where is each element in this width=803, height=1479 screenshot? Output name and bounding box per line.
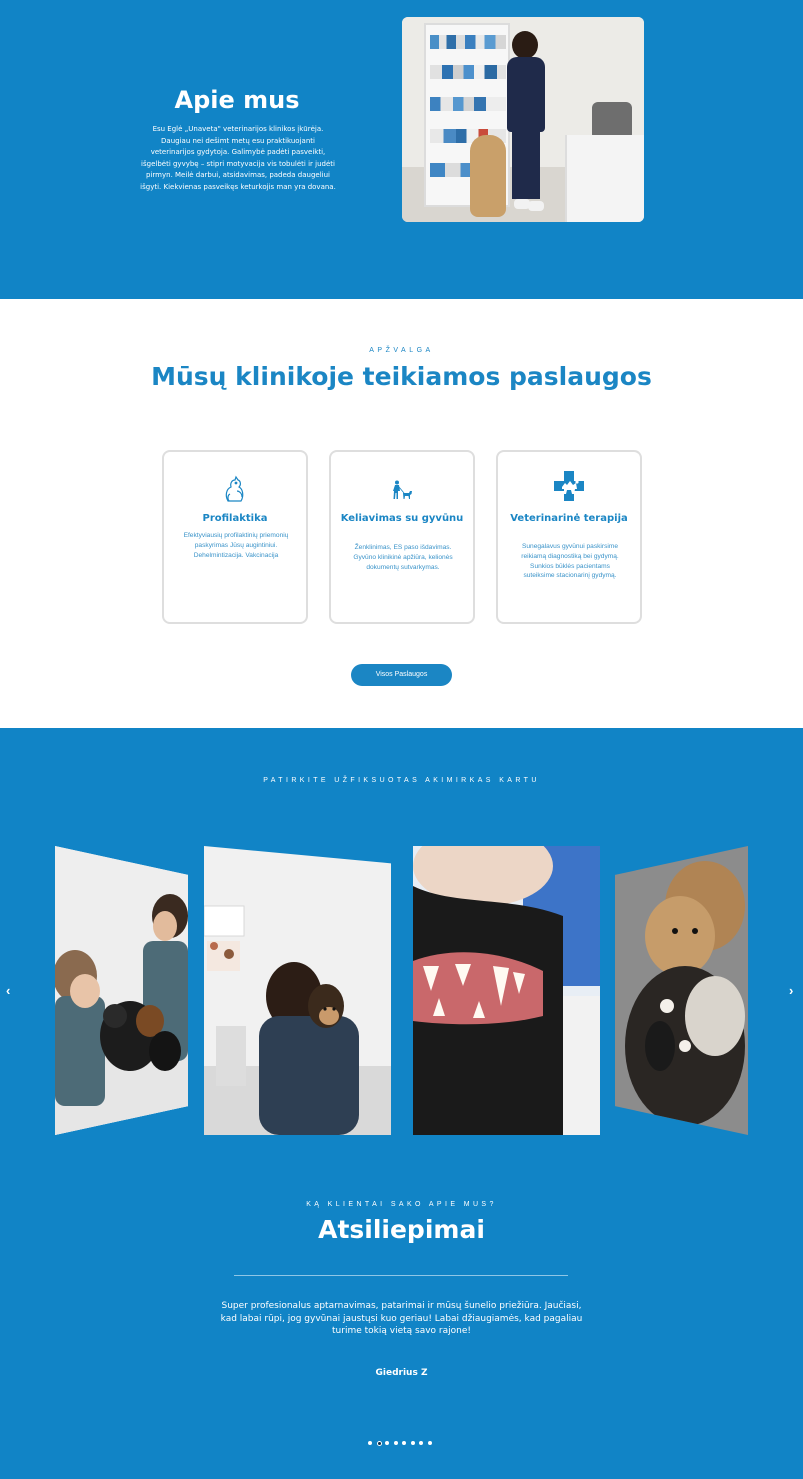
service-card-title: Veterinarinė terapija (510, 513, 628, 524)
testimonials-kicker: KĄ KLIENTAI SAKO APIE MUS? (306, 1201, 497, 1208)
service-card-text: Ženklinimas, ES paso išdavimas. Gyvūno k… (353, 544, 453, 571)
service-card-profilaktika[interactable]: Profilaktika Efektyviausių profilaktinių… (162, 450, 308, 624)
chevron-right-icon[interactable]: › (789, 983, 793, 998)
gallery-slide[interactable] (615, 846, 748, 1135)
pagination-dot[interactable] (376, 1440, 382, 1446)
pagination-dot[interactable] (368, 1441, 372, 1445)
pagination-dot[interactable] (393, 1441, 398, 1445)
service-card-title: Profilaktika (202, 513, 268, 524)
testimonial-pagination (368, 1440, 438, 1447)
gallery-slide[interactable] (204, 846, 391, 1135)
dog-figure (470, 135, 506, 217)
about-title: Apie mus (174, 86, 300, 114)
all-services-button[interactable]: Visos Paslaugos (351, 664, 452, 686)
pagination-dot[interactable] (402, 1441, 406, 1445)
about-description: Esu Eglė „Unaveta" veterinarijos kliniko… (140, 125, 336, 191)
testimonial-quote: Super profesionalus aptarnavimas, patari… (220, 1301, 583, 1336)
service-card-keliavimas[interactable]: Keliavimas su gyvūnu Ženklinimas, ES pas… (329, 450, 475, 624)
gallery-slide[interactable] (413, 846, 600, 1135)
pagination-dot[interactable] (385, 1441, 389, 1445)
pagination-dot[interactable] (419, 1441, 423, 1445)
service-card-text: Sunegalavus gyvūnui paskirsime reikiamą … (521, 543, 619, 580)
pagination-dot[interactable] (427, 1441, 432, 1445)
testimonial-author: Giedrius Z (375, 1368, 428, 1378)
services-kicker: APŽVALGA (369, 347, 434, 354)
chevron-left-icon[interactable]: ‹ (6, 983, 10, 998)
divider (234, 1275, 568, 1276)
testimonials-title: Atsiliepimai (318, 1215, 485, 1244)
service-card-text: Efektyviausių profilaktinių priemonių pa… (183, 532, 289, 559)
about-section: Apie mus Esu Eglė „Unaveta" veterinarijo… (0, 0, 803, 299)
gallery-kicker: PATIRKITE UŽFIKSUOTAS AKIMIRKAS KARTU (263, 777, 540, 784)
service-card-terapija[interactable]: Veterinarinė terapija Sunegalavus gyvūnu… (496, 450, 642, 624)
service-card-title: Keliavimas su gyvūnu (340, 513, 464, 524)
pagination-dot[interactable] (410, 1441, 415, 1445)
services-section: APŽVALGA Mūsų klinikoje teikiamos paslau… (0, 299, 803, 728)
services-title: Mūsų klinikoje teikiamos paslaugos (151, 362, 652, 391)
medical-cross-icon (553, 470, 585, 507)
walking-dog-icon (391, 480, 413, 505)
pets-icon (222, 474, 248, 509)
about-photo (402, 17, 644, 222)
gallery-slide[interactable] (55, 846, 188, 1135)
